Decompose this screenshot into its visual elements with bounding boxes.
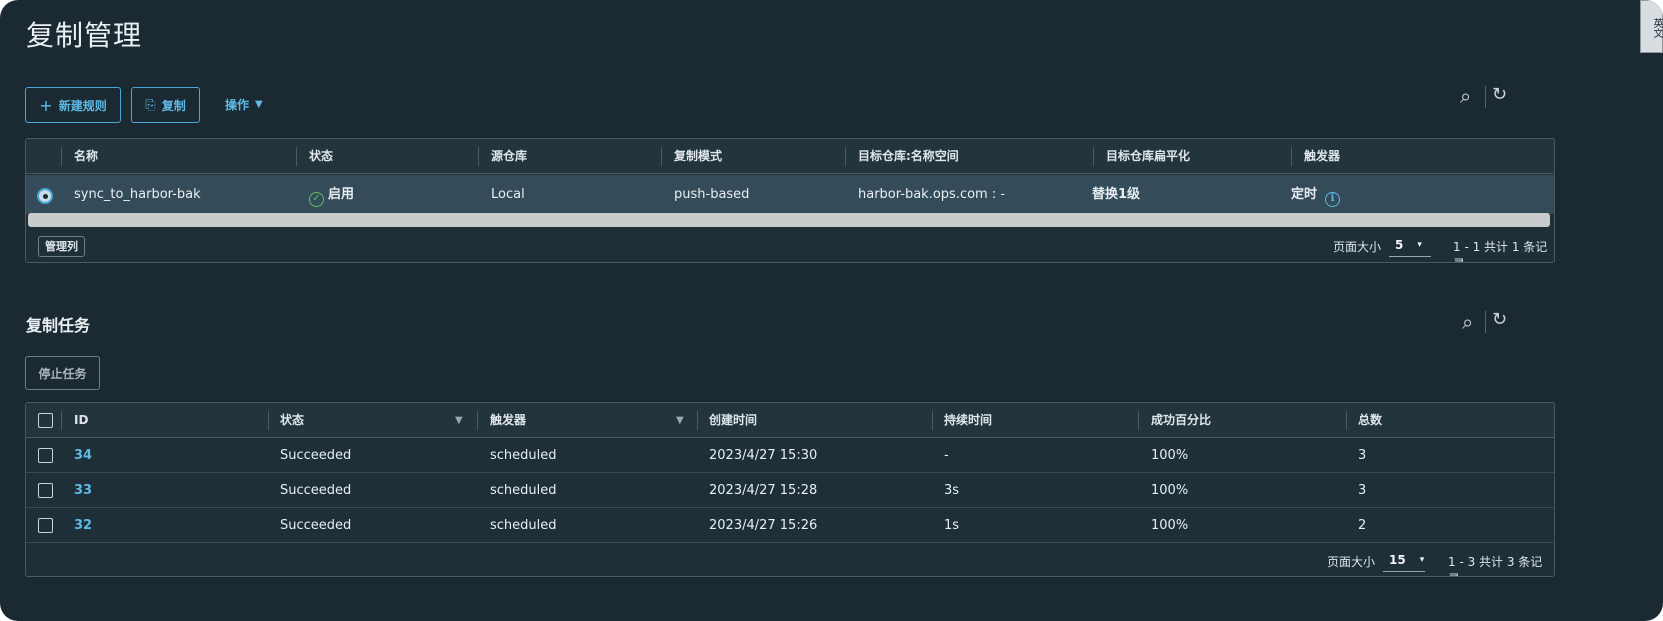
task-status: Succeeded bbox=[280, 448, 352, 463]
task-created: 2023/4/27 15:30 bbox=[709, 448, 818, 463]
page-size-value: 15 bbox=[1389, 552, 1406, 567]
app-window: 复制管理 英文 + 新建规则 ⎘ 复制 操作 ▼ ⌕ ↻ 名称 状态 源仓库 复… bbox=[0, 0, 1663, 621]
task-status: Succeeded bbox=[280, 518, 352, 533]
col-name[interactable]: 名称 bbox=[74, 139, 98, 174]
page-size-select[interactable]: 5 ▾ bbox=[1389, 233, 1431, 257]
chevron-down-icon: ▾ bbox=[1419, 554, 1425, 565]
task-total: 2 bbox=[1358, 518, 1367, 533]
row-checkbox[interactable] bbox=[38, 448, 53, 463]
col-source[interactable]: 源仓库 bbox=[491, 139, 527, 174]
replicate-label: 复制 bbox=[161, 98, 186, 113]
page-title: 复制管理 bbox=[26, 19, 143, 52]
rule-status: ✓ 启用 bbox=[309, 175, 354, 214]
task-success: 100% bbox=[1151, 518, 1189, 533]
filter-icon[interactable]: ▼ bbox=[676, 403, 684, 438]
new-rule-label: 新建规则 bbox=[58, 98, 107, 113]
info-icon[interactable]: i bbox=[1325, 192, 1341, 207]
task-trigger: scheduled bbox=[490, 483, 557, 498]
task-duration: 3s bbox=[944, 483, 960, 498]
task-status: Succeeded bbox=[280, 483, 352, 498]
task-trigger: scheduled bbox=[490, 448, 557, 463]
col-status[interactable]: 状态 bbox=[280, 403, 304, 438]
task-total: 3 bbox=[1358, 483, 1367, 498]
row-checkbox[interactable] bbox=[38, 483, 53, 498]
row-checkbox[interactable] bbox=[38, 518, 53, 533]
check-circle-icon: ✓ bbox=[309, 192, 324, 207]
rules-table-footer: 管理列 页面大小 5 ▾ 1 - 1 共计 1 条记录 bbox=[26, 229, 1554, 262]
refresh-icon[interactable]: ↻ bbox=[1492, 309, 1507, 330]
table-row[interactable]: sync_to_harbor-bak ✓ 启用 Local push-based … bbox=[26, 175, 1554, 214]
search-icon[interactable]: ⌕ bbox=[1462, 310, 1473, 334]
task-success: 100% bbox=[1151, 448, 1189, 463]
toolbar-divider bbox=[1485, 86, 1486, 108]
rule-name: sync_to_harbor-bak bbox=[74, 187, 201, 202]
tasks-table-footer: 页面大小 15 ▾ 1 - 3 共计 3 条记录 bbox=[26, 543, 1554, 577]
task-trigger: scheduled bbox=[490, 518, 557, 533]
stop-task-button[interactable]: 停止任务 bbox=[25, 356, 100, 390]
task-duration: - bbox=[944, 448, 949, 463]
manage-columns-button[interactable]: 管理列 bbox=[38, 236, 85, 257]
tasks-section-title: 复制任务 bbox=[26, 316, 91, 335]
toolbar-divider bbox=[1485, 311, 1486, 333]
horizontal-scrollbar[interactable] bbox=[28, 213, 1550, 227]
col-trigger[interactable]: 触发器 bbox=[490, 403, 526, 438]
table-row[interactable]: 34 Succeeded scheduled 2023/4/27 15:30 -… bbox=[26, 438, 1554, 473]
select-all-checkbox[interactable] bbox=[38, 413, 53, 428]
copy-icon: ⎘ bbox=[145, 97, 156, 113]
pagination-summary: 1 - 3 共计 3 条记录 bbox=[1448, 555, 1543, 576]
page-size-select[interactable]: 15 ▾ bbox=[1383, 548, 1425, 572]
task-created: 2023/4/27 15:26 bbox=[709, 518, 818, 533]
rule-trigger: 定时 i bbox=[1291, 175, 1341, 214]
actions-label: 操作 bbox=[225, 98, 250, 112]
task-duration: 1s bbox=[944, 518, 960, 533]
col-flatten[interactable]: 目标仓库扁平化 bbox=[1106, 139, 1190, 174]
task-id-link[interactable]: 32 bbox=[74, 508, 92, 543]
page-size-label: 页面大小 bbox=[1327, 555, 1376, 569]
col-mode[interactable]: 复制模式 bbox=[674, 139, 722, 174]
page-size-label: 页面大小 bbox=[1333, 240, 1382, 254]
filter-icon[interactable]: ▼ bbox=[455, 403, 463, 438]
plus-icon: + bbox=[39, 95, 53, 115]
chevron-down-icon: ▼ bbox=[255, 99, 263, 110]
task-id-link[interactable]: 33 bbox=[74, 473, 92, 508]
col-created[interactable]: 创建时间 bbox=[709, 403, 757, 438]
page-size-value: 5 bbox=[1395, 237, 1404, 252]
task-total: 3 bbox=[1358, 448, 1367, 463]
tasks-table-header: ID 状态 ▼ 触发器 ▼ 创建时间 持续时间 成功百分比 总数 bbox=[26, 403, 1554, 438]
col-total[interactable]: 总数 bbox=[1358, 403, 1382, 438]
replicate-button[interactable]: ⎘ 复制 bbox=[131, 87, 200, 123]
col-success[interactable]: 成功百分比 bbox=[1151, 403, 1211, 438]
rules-table: 名称 状态 源仓库 复制模式 目标仓库:名称空间 目标仓库扁平化 触发器 syn… bbox=[25, 138, 1555, 263]
tasks-table: ID 状态 ▼ 触发器 ▼ 创建时间 持续时间 成功百分比 总数 34 Succ… bbox=[25, 402, 1555, 577]
col-duration[interactable]: 持续时间 bbox=[944, 403, 992, 438]
col-trigger[interactable]: 触发器 bbox=[1304, 139, 1340, 174]
actions-dropdown[interactable]: 操作 ▼ bbox=[225, 96, 263, 113]
chevron-down-icon: ▾ bbox=[1417, 239, 1422, 250]
search-icon[interactable]: ⌕ bbox=[1460, 84, 1471, 108]
table-row[interactable]: 33 Succeeded scheduled 2023/4/27 15:28 3… bbox=[26, 473, 1554, 508]
rule-target: harbor-bak.ops.com : - bbox=[858, 187, 1006, 202]
table-row[interactable]: 32 Succeeded scheduled 2023/4/27 15:26 1… bbox=[26, 508, 1554, 543]
side-language-tab[interactable]: 英文 bbox=[1640, 0, 1663, 53]
pagination-summary: 1 - 1 共计 1 条记录 bbox=[1453, 240, 1548, 262]
rules-table-header: 名称 状态 源仓库 复制模式 目标仓库:名称空间 目标仓库扁平化 触发器 bbox=[26, 139, 1554, 174]
new-rule-button[interactable]: + 新建规则 bbox=[25, 87, 121, 123]
task-id-link[interactable]: 34 bbox=[74, 438, 92, 473]
col-status[interactable]: 状态 bbox=[309, 139, 333, 174]
rule-flatten: 替换1级 bbox=[1092, 187, 1141, 202]
col-target[interactable]: 目标仓库:名称空间 bbox=[858, 139, 959, 174]
task-success: 100% bbox=[1151, 483, 1189, 498]
rule-mode: push-based bbox=[674, 187, 750, 202]
row-radio[interactable] bbox=[37, 188, 53, 204]
refresh-icon[interactable]: ↻ bbox=[1492, 84, 1507, 105]
rule-source: Local bbox=[491, 187, 525, 202]
col-id[interactable]: ID bbox=[74, 403, 88, 438]
task-created: 2023/4/27 15:28 bbox=[709, 483, 818, 498]
